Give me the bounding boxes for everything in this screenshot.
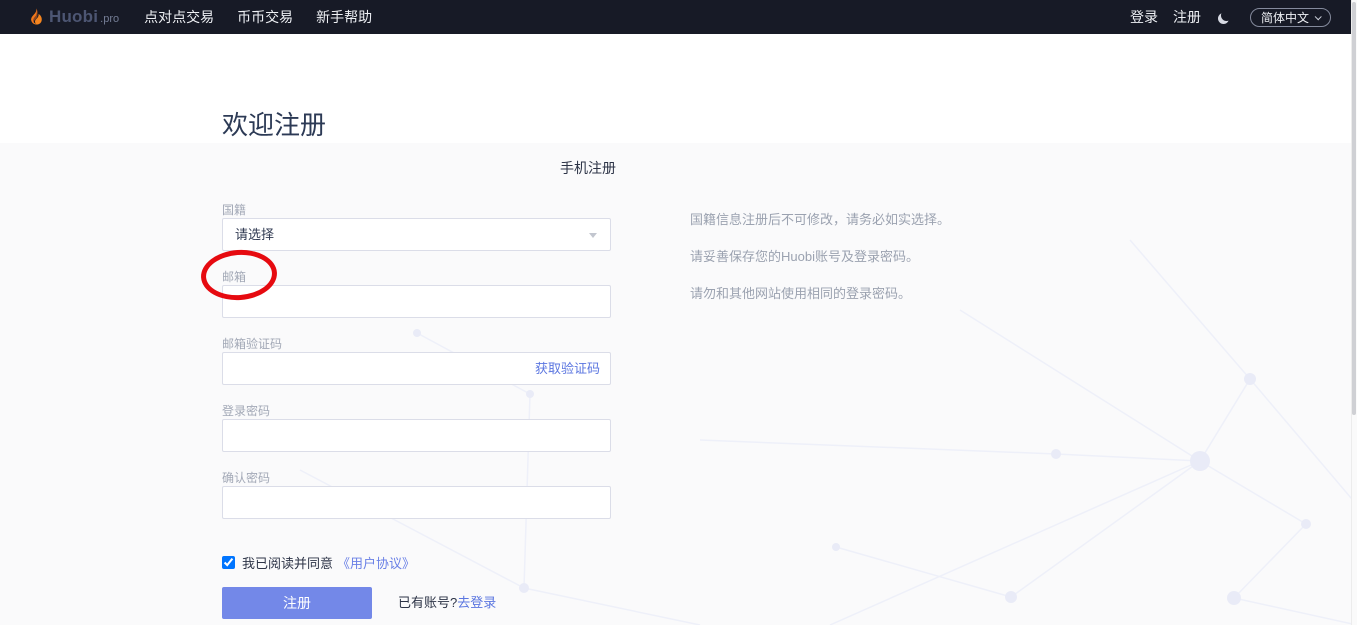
hint-unique-password: 请勿和其他网站使用相同的登录密码。: [690, 286, 912, 301]
login-hint: 已有账号?去登录: [398, 587, 496, 619]
email-code-field-box: 获取验证码: [222, 352, 611, 385]
user-agreement-link[interactable]: 《用户协议》: [337, 553, 415, 572]
email-code-label: 邮箱验证码: [222, 337, 283, 351]
navbar-right: 登录 注册 简体中文: [1130, 7, 1331, 27]
login-hint-text: 已有账号?: [398, 595, 458, 610]
agreement-checkbox[interactable]: [222, 556, 235, 569]
hint-nationality: 国籍信息注册后不可修改，请务必如实选择。: [690, 212, 951, 227]
page-title: 欢迎注册: [222, 110, 327, 140]
get-code-link[interactable]: 获取验证码: [535, 353, 600, 384]
email-input[interactable]: [223, 286, 610, 317]
language-selector[interactable]: 简体中文: [1249, 7, 1331, 27]
select-caret-icon: [589, 233, 597, 238]
agreement-text: 我已阅读并同意: [242, 556, 334, 571]
brand-name: Huobi: [49, 7, 99, 26]
hint-save-account: 请妥善保存您的Huobi账号及登录密码。: [690, 249, 919, 264]
nav-item-p2p-trading[interactable]: 点对点交易: [144, 7, 214, 27]
flame-icon: [31, 8, 42, 25]
language-label: 简体中文: [1260, 10, 1309, 25]
agreement-row: 我已阅读并同意 《用户协议》: [222, 553, 415, 572]
nav-item-spot-trading[interactable]: 币币交易: [237, 7, 293, 27]
confirm-password-field-box: [222, 486, 611, 519]
register-button[interactable]: 注册: [222, 587, 372, 619]
email-field-box: [222, 285, 611, 318]
nationality-select-value: 请选择: [235, 227, 275, 242]
registration-page: Huobi .pro 点对点交易 币币交易 新手帮助 登录 注册 简体中文 欢迎…: [0, 0, 1357, 625]
go-login-link[interactable]: 去登录: [457, 595, 496, 610]
register-link[interactable]: 注册: [1173, 7, 1201, 27]
password-field-box: [222, 419, 611, 452]
scrollbar-track: [1351, 0, 1357, 625]
nationality-label: 国籍: [222, 203, 247, 217]
password-input[interactable]: [223, 420, 610, 451]
huobi-logo[interactable]: Huobi .pro: [28, 7, 119, 27]
nationality-select[interactable]: 请选择: [222, 218, 611, 251]
scrollbar-thumb[interactable]: [1352, 2, 1356, 415]
main-nav: 点对点交易 币币交易 新手帮助: [144, 7, 372, 27]
tab-phone-register[interactable]: 手机注册: [560, 158, 616, 178]
nav-item-beginner-help[interactable]: 新手帮助: [316, 7, 372, 27]
brand-suffix: .pro: [100, 13, 120, 25]
chevron-down-icon: [1314, 12, 1322, 20]
confirm-password-label: 确认密码: [222, 471, 271, 485]
login-link[interactable]: 登录: [1130, 7, 1158, 27]
email-label: 邮箱: [222, 270, 247, 284]
hints-panel: 国籍信息注册后不可修改，请务必如实选择。 请妥善保存您的Huobi账号及登录密码…: [690, 213, 1110, 324]
password-label: 登录密码: [222, 404, 271, 418]
header-band: [0, 34, 1357, 143]
confirm-password-input[interactable]: [223, 487, 610, 518]
top-navbar: Huobi .pro 点对点交易 币币交易 新手帮助 登录 注册 简体中文: [0, 0, 1357, 34]
moon-icon[interactable]: [1218, 10, 1233, 25]
